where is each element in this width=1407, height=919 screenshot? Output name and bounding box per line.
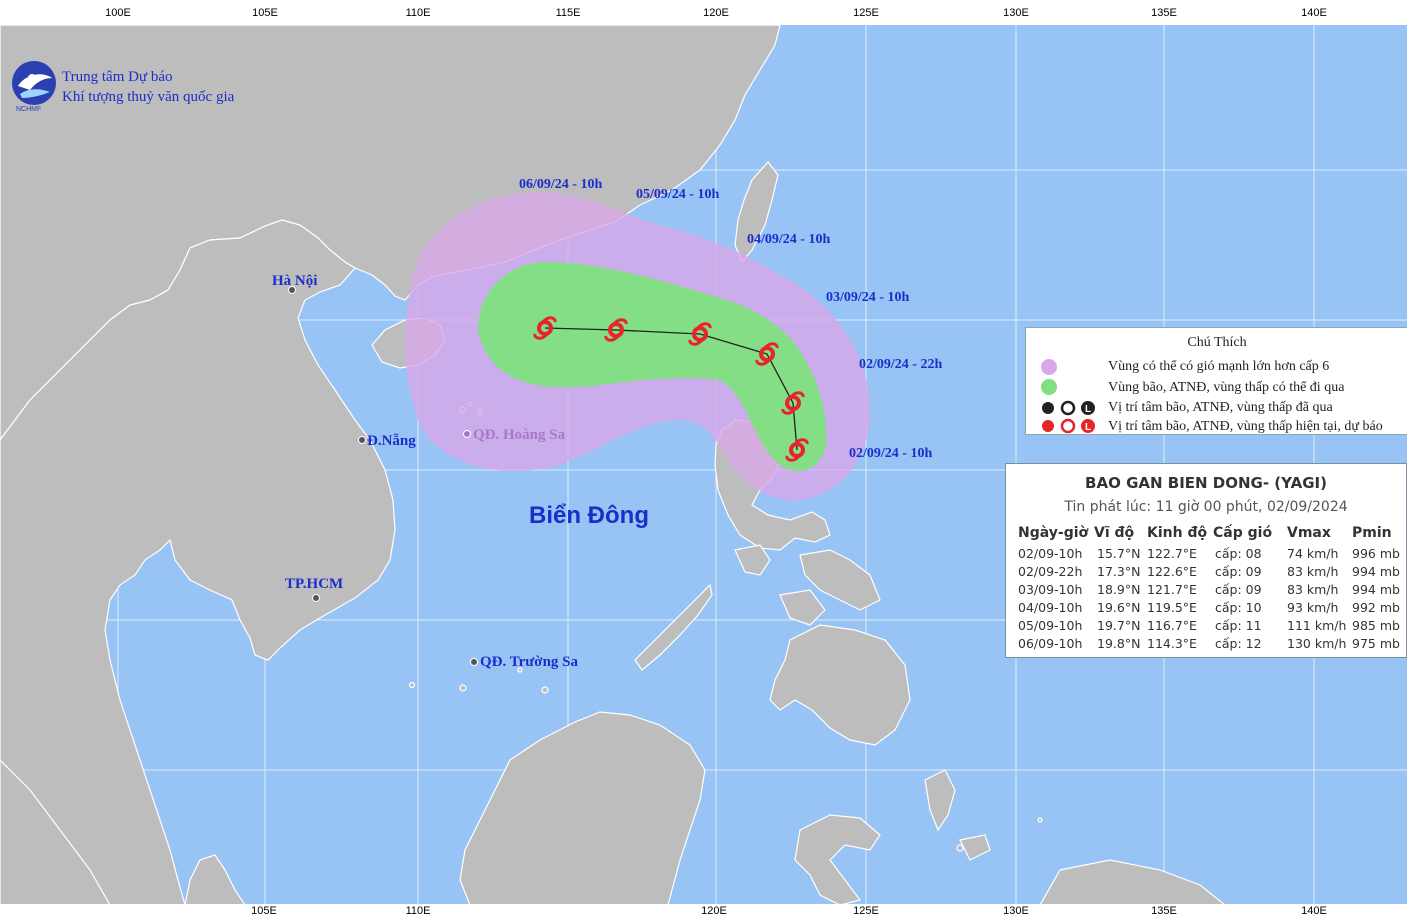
bulletin-cell: 130 km/h [1287, 636, 1347, 651]
top-tick: 120E [703, 7, 729, 19]
legend-wind-swatch [1041, 359, 1057, 375]
bottom-tick: 105E [251, 905, 277, 917]
truong-sa-label: QĐ. Trường Sa [480, 654, 579, 670]
bottom-tick: 135E [1151, 905, 1177, 917]
bulletin-cell: 05/09-10h [1018, 618, 1083, 633]
hoang-sa-label: QĐ. Hoàng Sa [473, 427, 566, 443]
bulletin-cell: 111 km/h [1287, 618, 1347, 633]
bulletin-cell: 06/09-10h [1018, 636, 1083, 651]
bottom-tick: 125E [853, 905, 879, 917]
timestamp-05-09: 05/09/24 - 10h [636, 187, 720, 202]
bottom-tick: 130E [1003, 905, 1029, 917]
bulletin-cell: 121.7°E [1147, 582, 1197, 597]
bulletin-col-header: Vĩ độ [1094, 525, 1135, 541]
timestamp-02-09-22h: 02/09/24 - 22h [859, 357, 943, 372]
bottom-tick: 120E [701, 905, 727, 917]
bulletin-cell: 03/09-10h [1018, 582, 1083, 597]
bulletin-col-header: Kinh độ [1147, 525, 1208, 541]
bulletin-cell: cấp: 12 [1215, 636, 1262, 651]
city-hcm: TP.HCM [285, 576, 344, 592]
bulletin-cell: 17.3°N [1097, 564, 1141, 579]
truong-sa-dot [470, 658, 478, 666]
bulletin-cell: 992 mb [1352, 600, 1400, 615]
sea-name-label: Biển Đông [529, 502, 649, 529]
bulletin-cell: 93 km/h [1287, 600, 1339, 615]
timestamp-06-09: 06/09/24 - 10h [519, 177, 603, 192]
legend-item-current: Vị trí tâm bão, ATNĐ, vùng thấp hiện tại… [1108, 419, 1383, 434]
svg-text:L: L [1085, 404, 1091, 415]
top-tick: 105E [252, 7, 278, 19]
top-tick: 125E [853, 7, 879, 19]
legend-box: Chú Thích L L Vùng có thể có gió mạnh lớ… [1025, 327, 1407, 435]
bulletin-col-header: Pmin [1352, 525, 1392, 541]
legend-symbols: L L [1041, 359, 1095, 434]
bulletin-cell: cấp: 08 [1215, 546, 1262, 561]
legend-past-symbols: L [1042, 400, 1095, 416]
bulletin-cell: 122.7°E [1147, 546, 1197, 561]
forecast-map [0, 0, 1407, 919]
legend-item-past: Vị trí tâm bão, ATNĐ, vùng thấp đã qua [1108, 400, 1333, 415]
bulletin-cell: 04/09-10h [1018, 600, 1083, 615]
bulletin-cell: 19.7°N [1097, 618, 1141, 633]
top-tick: 100E [105, 7, 131, 19]
bulletin-col-header: Cấp gió [1213, 525, 1273, 541]
bottom-tick: 140E [1301, 905, 1327, 917]
svg-text:L: L [1085, 422, 1091, 433]
bulletin-cell: 19.8°N [1097, 636, 1141, 651]
bulletin-cell: 116.7°E [1147, 618, 1197, 633]
bulletin-cell: 02/09-10h [1018, 546, 1083, 561]
top-tick: 140E [1301, 7, 1327, 19]
bulletin-cell: 83 km/h [1287, 564, 1339, 579]
bulletin-cell: 994 mb [1352, 582, 1400, 597]
bulletin-cell: 975 mb [1352, 636, 1400, 651]
bulletin-cell: 114.3°E [1147, 636, 1197, 651]
bulletin-cell: 15.7°N [1097, 546, 1141, 561]
bulletin-cell: 02/09-22h [1018, 564, 1083, 579]
org-name-line1: Trung tâm Dự báo [62, 69, 173, 85]
timestamp-03-09: 03/09/24 - 10h [826, 290, 910, 305]
bulletin-col-header: Vmax [1287, 525, 1331, 541]
bulletin-cell: 996 mb [1352, 546, 1400, 561]
legend-current-symbols: L [1042, 418, 1095, 434]
legend-storm-swatch [1041, 379, 1057, 395]
hoang-sa-dot [463, 430, 471, 438]
city-danang: Đ.Nẵng [367, 433, 416, 449]
bulletin-cell: 985 mb [1352, 618, 1400, 633]
bulletin-cell: cấp: 09 [1215, 564, 1262, 579]
city-hanoi: Hà Nội [272, 273, 318, 289]
legend-item-wind: Vùng có thể có gió mạnh lớn hơn cấp 6 [1108, 359, 1330, 374]
bulletin-cell: 18.9°N [1097, 582, 1141, 597]
bulletin-cell: 83 km/h [1287, 582, 1339, 597]
bulletin-cell: cấp: 11 [1215, 618, 1262, 633]
bulletin-cell: 119.5°E [1147, 600, 1197, 615]
bulletin-col-header: Ngày-giờ [1018, 525, 1089, 541]
timestamp-02-09-10h: 02/09/24 - 10h [849, 446, 933, 461]
bulletin-issued: Tin phát lúc: 11 giờ 00 phút, 02/09/2024 [1064, 499, 1348, 515]
logo-text: NCHMF [16, 106, 42, 113]
top-tick: 115E [555, 7, 581, 19]
bulletin-cell: cấp: 09 [1215, 582, 1262, 597]
danang-dot [358, 436, 366, 444]
timestamp-04-09: 04/09/24 - 10h [747, 232, 831, 247]
bottom-tick: 110E [405, 905, 431, 917]
legend-item-storm-zone: Vùng bão, ATNĐ, vùng thấp có thể đi qua [1108, 380, 1345, 395]
bulletin-box: BAO GAN BIEN DONG- (YAGI) Tin phát lúc: … [1005, 463, 1407, 658]
top-tick: 130E [1003, 7, 1029, 19]
bulletin-title: BAO GAN BIEN DONG- (YAGI) [1085, 474, 1327, 492]
org-name-line2: Khí tượng thuỷ văn quốc gia [62, 89, 235, 105]
bulletin-cell: cấp: 10 [1215, 600, 1262, 615]
top-tick: 135E [1151, 7, 1177, 19]
bulletin-cell: 122.6°E [1147, 564, 1197, 579]
bulletin-cell: 19.6°N [1097, 600, 1141, 615]
top-tick: 110E [405, 7, 431, 19]
bulletin-cell: 994 mb [1352, 564, 1400, 579]
bulletin-cell: 74 km/h [1287, 546, 1339, 561]
hcm-dot [312, 594, 320, 602]
